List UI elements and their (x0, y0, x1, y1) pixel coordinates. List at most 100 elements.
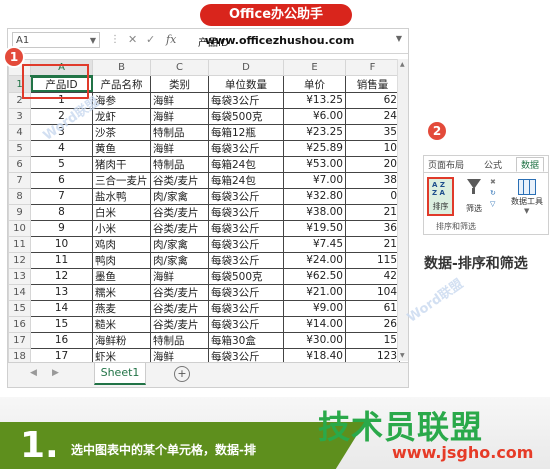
table-cell[interactable]: ¥23.25 (283, 123, 346, 141)
table-cell[interactable]: 6 (30, 171, 93, 189)
table-cell[interactable]: 每箱12瓶 (208, 123, 284, 141)
table-cell[interactable]: 115 (345, 251, 400, 269)
table-cell[interactable]: 21 (345, 203, 400, 221)
table-cell[interactable]: 每袋3公斤 (208, 251, 284, 269)
table-cell[interactable]: 7 (30, 187, 93, 205)
table-cell[interactable]: 谷类/麦片 (150, 171, 209, 189)
table-cell[interactable]: 每箱24包 (208, 171, 284, 189)
table-cell[interactable]: 35 (345, 123, 400, 141)
table-cell[interactable]: 8 (30, 203, 93, 221)
table-cell[interactable]: 肉/家禽 (150, 235, 209, 253)
table-cell[interactable]: 特制品 (150, 123, 209, 141)
add-sheet-button[interactable]: + (174, 366, 190, 382)
name-box[interactable]: A1 ▼ (12, 32, 100, 48)
table-cell[interactable]: ¥6.00 (283, 107, 346, 125)
header-cell[interactable]: 类别 (150, 75, 209, 93)
table-cell[interactable]: 鸡肉 (92, 235, 151, 253)
table-cell[interactable]: 墨鱼 (92, 267, 151, 285)
row-header[interactable]: 13 (8, 267, 31, 285)
cancel-icon[interactable]: ✕ (128, 33, 137, 46)
table-cell[interactable]: ¥7.00 (283, 171, 346, 189)
table-cell[interactable]: ¥30.00 (283, 331, 346, 349)
table-cell[interactable]: 10 (30, 235, 93, 253)
scroll-up-icon[interactable]: ▲ (400, 61, 405, 68)
table-cell[interactable]: 谷类/麦片 (150, 299, 209, 317)
table-cell[interactable]: 每袋3公斤 (208, 235, 284, 253)
table-cell[interactable]: 每袋3公斤 (208, 187, 284, 205)
row-header[interactable]: 12 (8, 251, 31, 269)
table-cell[interactable]: 24 (345, 107, 400, 125)
table-cell[interactable]: 肉/家禽 (150, 251, 209, 269)
table-cell[interactable]: 每袋3公斤 (208, 299, 284, 317)
table-cell[interactable]: 26 (345, 315, 400, 333)
table-cell[interactable]: 每袋3公斤 (208, 219, 284, 237)
table-cell[interactable]: 糯米 (92, 283, 151, 301)
table-cell[interactable]: ¥19.50 (283, 219, 346, 237)
table-cell[interactable]: 肉/家禽 (150, 187, 209, 205)
table-cell[interactable]: 谷类/麦片 (150, 315, 209, 333)
row-header[interactable]: 17 (8, 331, 31, 349)
active-cell[interactable]: 产品ID (30, 75, 93, 93)
row-header[interactable]: 10 (8, 219, 31, 237)
table-cell[interactable]: 海鲜粉 (92, 331, 151, 349)
tab-page-layout[interactable]: 页面布局 (428, 158, 464, 171)
table-cell[interactable]: ¥62.50 (283, 267, 346, 285)
table-cell[interactable]: 12 (30, 267, 93, 285)
table-cell[interactable]: 4 (30, 139, 93, 157)
table-cell[interactable]: 14 (30, 299, 93, 317)
table-cell[interactable]: 黄鱼 (92, 139, 151, 157)
table-cell[interactable]: 5 (30, 155, 93, 173)
clear-filter-icon[interactable]: ✖ (490, 178, 496, 186)
table-cell[interactable]: 海鲜 (150, 139, 209, 157)
row-header[interactable]: 7 (8, 171, 31, 189)
table-cell[interactable]: 10 (345, 139, 400, 157)
table-cell[interactable]: 每袋3公斤 (208, 283, 284, 301)
next-sheet-icon[interactable]: ▶ (52, 368, 59, 378)
data-tools-button[interactable]: 数据工具 ▼ (509, 176, 545, 216)
row-header[interactable]: 14 (8, 283, 31, 301)
tab-formulas[interactable]: 公式 (484, 158, 502, 171)
table-cell[interactable]: 每袋3公斤 (208, 139, 284, 157)
table-cell[interactable]: ¥13.25 (283, 91, 346, 109)
table-cell[interactable]: 盐水鸭 (92, 187, 151, 205)
table-cell[interactable]: ¥9.00 (283, 299, 346, 317)
header-cell[interactable]: 单位数量 (208, 75, 284, 93)
column-header[interactable]: A (30, 58, 93, 77)
table-cell[interactable]: 白米 (92, 203, 151, 221)
table-cell[interactable]: 62 (345, 91, 400, 109)
header-cell[interactable]: 单价 (283, 75, 346, 93)
table-cell[interactable]: ¥32.80 (283, 187, 346, 205)
table-cell[interactable]: ¥53.00 (283, 155, 346, 173)
table-cell[interactable]: 15 (345, 331, 400, 349)
column-header[interactable]: B (92, 58, 151, 77)
table-cell[interactable]: 每袋500克 (208, 267, 284, 285)
table-cell[interactable]: 海鲜 (150, 107, 209, 125)
filter-button[interactable]: 筛选 (462, 177, 486, 216)
table-cell[interactable]: 每箱30盒 (208, 331, 284, 349)
table-cell[interactable]: ¥7.45 (283, 235, 346, 253)
scroll-down-icon[interactable]: ▼ (400, 352, 405, 359)
table-cell[interactable]: 每袋3公斤 (208, 203, 284, 221)
table-cell[interactable]: 每袋3公斤 (208, 315, 284, 333)
header-cell[interactable]: 产品名称 (92, 75, 151, 93)
table-cell[interactable]: ¥21.00 (283, 283, 346, 301)
table-cell[interactable]: ¥25.89 (283, 139, 346, 157)
table-cell[interactable]: 42 (345, 267, 400, 285)
sheet-tab[interactable]: Sheet1 (94, 363, 146, 385)
row-header[interactable]: 15 (8, 299, 31, 317)
advanced-filter-icon[interactable]: ▽ (490, 200, 495, 208)
table-cell[interactable]: 9 (30, 219, 93, 237)
column-header[interactable]: F (345, 58, 400, 77)
tab-data[interactable]: 数据 (516, 157, 545, 172)
table-cell[interactable]: 21 (345, 235, 400, 253)
table-cell[interactable]: 沙茶 (92, 123, 151, 141)
table-cell[interactable]: 特制品 (150, 155, 209, 173)
table-cell[interactable]: 谷类/麦片 (150, 283, 209, 301)
table-cell[interactable]: ¥38.00 (283, 203, 346, 221)
table-cell[interactable]: 16 (30, 331, 93, 349)
sort-button[interactable]: A ZZ A 排序 (427, 177, 454, 216)
table-cell[interactable]: ¥14.00 (283, 315, 346, 333)
table-cell[interactable]: 糙米 (92, 315, 151, 333)
row-header[interactable]: 2 (8, 91, 31, 109)
column-header[interactable]: C (150, 58, 209, 77)
